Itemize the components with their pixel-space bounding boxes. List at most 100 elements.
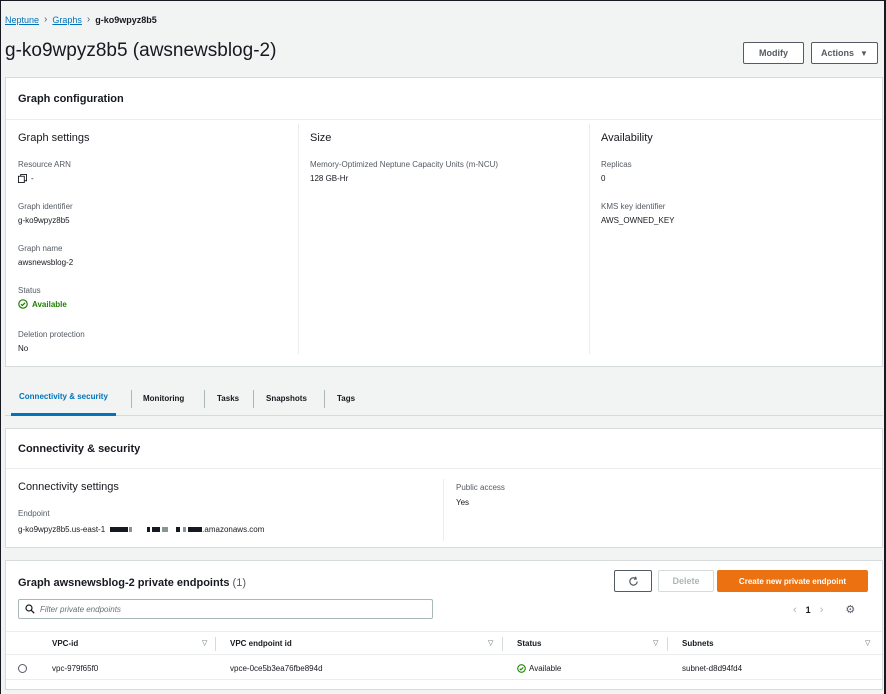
chevron-left-icon[interactable]: ‹ — [793, 604, 797, 616]
delete-button-label: Delete — [672, 576, 700, 586]
resource-arn-value: - — [18, 174, 34, 183]
cell-status: Available — [517, 664, 561, 673]
breadcrumb-link-neptune[interactable]: Neptune — [5, 15, 39, 25]
cell-vpc-id: vpc-979f65f0 — [52, 664, 99, 673]
status-label: Status — [18, 286, 41, 295]
connectivity-settings-column: Connectivity settings Endpoint g-ko9wpyz… — [18, 469, 438, 547]
kms-key-value: AWS_OWNED_KEY — [601, 216, 675, 225]
tab-label: Tags — [337, 393, 356, 403]
tab-label: Tasks — [217, 393, 240, 403]
chevron-right-icon: › — [86, 14, 91, 25]
public-access-value: Yes — [456, 498, 470, 507]
cell-subnets: subnet-d8d94fd4 — [682, 664, 743, 673]
sort-icon[interactable]: ▽ — [653, 639, 658, 647]
graph-name-value: awsnewsblog-2 — [18, 258, 74, 267]
mncu-label: Memory-Optimized Neptune Capacity Units … — [310, 160, 499, 169]
deletion-protection-value: No — [18, 344, 29, 353]
connectivity-security-title: Connectivity & security — [18, 443, 141, 455]
search-icon — [25, 604, 35, 614]
page-number[interactable]: 1 — [806, 605, 811, 615]
column-header-vpc-endpoint-id[interactable]: VPC endpoint id — [230, 639, 292, 648]
kms-key-label: KMS key identifier — [601, 202, 666, 211]
size-column: Size Memory-Optimized Neptune Capacity U… — [310, 120, 580, 358]
tab-tags[interactable]: Tags — [329, 380, 363, 416]
private-endpoints-panel: Graph awsnewsblog-2 private endpoints (1… — [5, 560, 883, 690]
filter-box — [18, 599, 433, 619]
tab-separator — [131, 390, 132, 408]
gear-icon[interactable]: ⚙ — [845, 603, 855, 616]
connectivity-settings-heading: Connectivity settings — [18, 481, 119, 493]
endpoint-value: g-ko9wpyz8b5.us-east-1 .amazonaws.com — [18, 525, 264, 534]
refresh-icon — [628, 576, 638, 586]
check-circle-icon — [18, 299, 28, 309]
row-select-radio[interactable] — [18, 664, 27, 673]
cell-vpc-endpoint-id: vpce-0ce5b3ea76fbe894d — [230, 664, 323, 673]
column-header-vpc-id[interactable]: VPC-id — [52, 639, 78, 648]
tab-connectivity-security[interactable]: Connectivity & security — [11, 380, 116, 416]
tab-label: Monitoring — [143, 393, 185, 403]
column-divider — [298, 124, 299, 354]
table-row[interactable]: vpc-979f65f0 vpce-0ce5b3ea76fbe894d Avai… — [6, 656, 882, 680]
copy-icon[interactable] — [18, 174, 27, 183]
private-endpoints-title-text: Graph awsnewsblog-2 private endpoints — [18, 577, 230, 589]
sort-icon[interactable]: ▽ — [202, 639, 207, 647]
graph-configuration-header: Graph configuration — [6, 78, 882, 120]
graph-settings-heading: Graph settings — [18, 132, 90, 144]
sort-icon[interactable]: ▽ — [865, 639, 870, 647]
tab-separator — [204, 390, 205, 408]
pagination: ‹ 1 › ⚙ — [793, 603, 855, 617]
endpoint-label: Endpoint — [18, 509, 50, 518]
caret-down-icon: ▼ — [860, 48, 868, 58]
table-header: VPC-id ▽ VPC endpoint id ▽ Status ▽ Subn… — [6, 631, 882, 655]
breadcrumb-link-graphs[interactable]: Graphs — [52, 15, 82, 25]
redacted-segment — [129, 527, 133, 532]
column-divider — [443, 479, 444, 541]
private-endpoints-title: Graph awsnewsblog-2 private endpoints (1… — [18, 577, 246, 589]
modify-button-label: Modify — [759, 48, 788, 58]
graph-name-label: Graph name — [18, 244, 63, 253]
chevron-right-icon: › — [44, 14, 48, 25]
breadcrumb: Neptune › Graphs › g-ko9wpyz8b5 — [5, 14, 157, 25]
replicas-value: 0 — [601, 174, 606, 183]
column-header-status[interactable]: Status — [517, 639, 541, 648]
graph-identifier-value: g-ko9wpyz8b5 — [18, 216, 70, 225]
actions-button-label: Actions — [821, 48, 855, 58]
public-access-column: Public access Yes — [456, 469, 756, 547]
column-separator — [215, 637, 216, 651]
status-text: Available — [32, 299, 67, 309]
column-separator — [667, 637, 668, 651]
filter-private-endpoints-input[interactable] — [40, 604, 420, 614]
chevron-right-icon[interactable]: › — [820, 604, 824, 616]
tab-snapshots[interactable]: Snapshots — [258, 380, 315, 416]
mncu-value: 128 GB-Hr — [310, 174, 349, 183]
graph-configuration-title: Graph configuration — [18, 93, 124, 105]
sort-icon[interactable]: ▽ — [488, 639, 493, 647]
check-circle-icon — [517, 664, 526, 673]
connectivity-security-header: Connectivity & security — [6, 429, 882, 469]
redacted-segment — [176, 527, 181, 532]
resource-arn-label: Resource ARN — [18, 160, 71, 169]
column-divider — [589, 124, 590, 354]
column-header-subnets[interactable]: Subnets — [682, 639, 714, 648]
create-private-endpoint-button[interactable]: Create new private endpoint — [717, 570, 868, 592]
delete-button[interactable]: Delete — [658, 570, 714, 592]
tab-separator — [324, 390, 325, 408]
endpoint-prefix: g-ko9wpyz8b5.us-east-1 — [18, 525, 106, 534]
redacted-segment — [110, 527, 129, 532]
resource-arn-text: - — [31, 174, 34, 183]
modify-button[interactable]: Modify — [743, 42, 804, 64]
detail-tabs: Connectivity & security Monitoring Tasks… — [5, 380, 883, 416]
tab-monitoring[interactable]: Monitoring — [135, 380, 192, 416]
tab-label: Snapshots — [266, 393, 307, 403]
breadcrumb-current: g-ko9wpyz8b5 — [95, 14, 157, 25]
column-separator — [502, 637, 503, 651]
private-endpoints-count: (1) — [232, 577, 246, 589]
redacted-segment — [147, 527, 151, 532]
refresh-button[interactable] — [614, 570, 652, 592]
status-badge: Available — [18, 299, 67, 309]
public-access-label: Public access — [456, 483, 505, 492]
graph-identifier-label: Graph identifier — [18, 202, 73, 211]
page-title: g-ko9wpyz8b5 (awsnewsblog-2) — [5, 40, 277, 61]
actions-button[interactable]: Actions ▼ — [811, 42, 878, 64]
tab-tasks[interactable]: Tasks — [209, 380, 247, 416]
